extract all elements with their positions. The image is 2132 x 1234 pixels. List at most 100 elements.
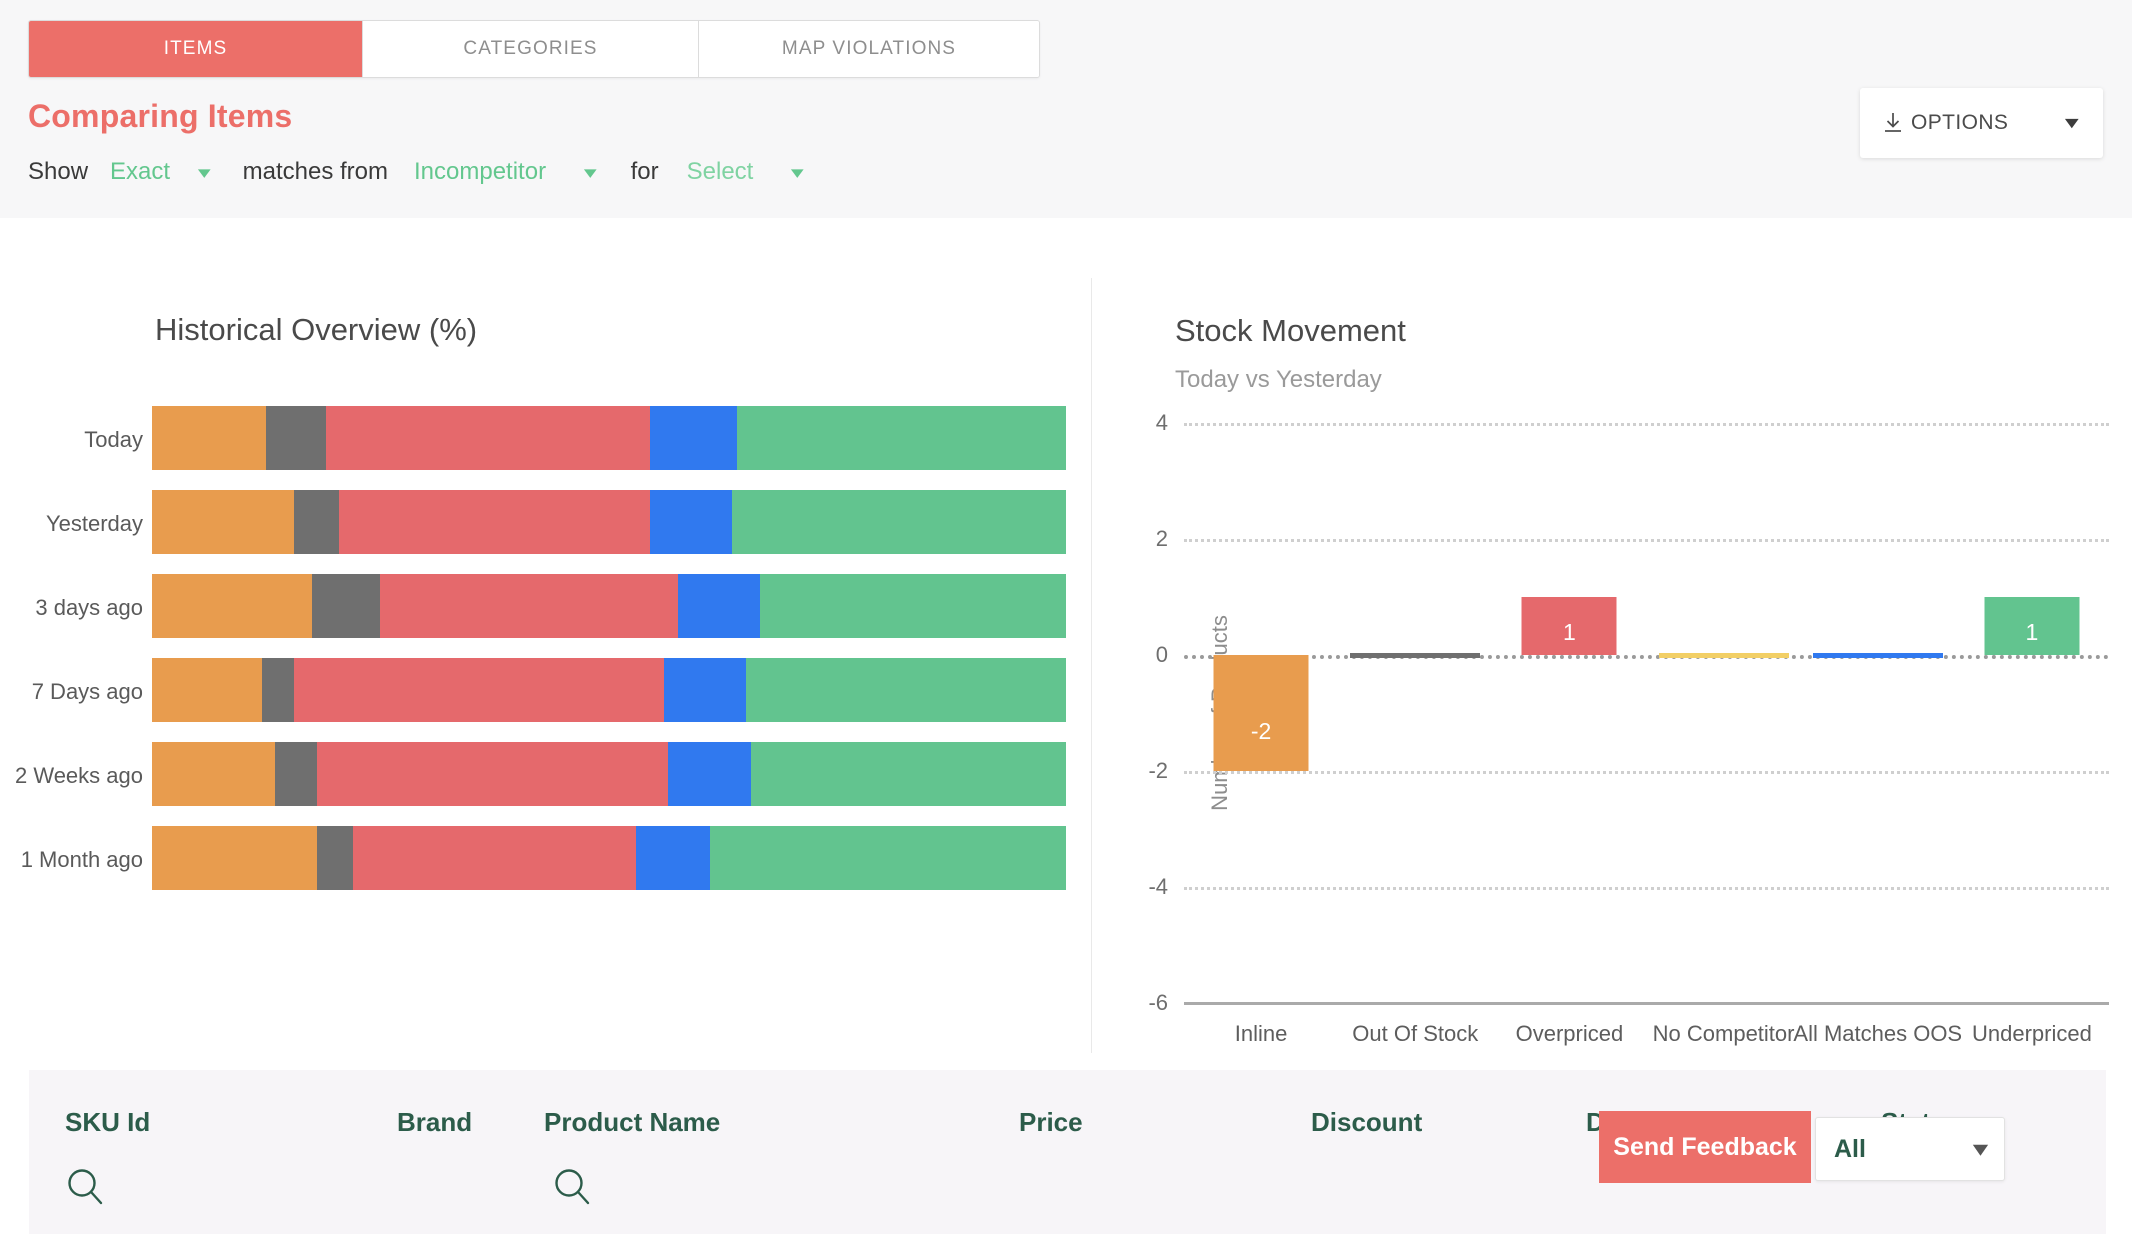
filter-for-label: for — [630, 158, 659, 185]
gridline — [1184, 771, 2109, 774]
bar-segment[interactable] — [668, 742, 751, 806]
stock-movement-x-tick: Underpriced — [1971, 1021, 2092, 1046]
historical-overview-stacked-bar[interactable] — [152, 742, 1066, 806]
match-type-select[interactable]: Exact — [110, 158, 170, 186]
stock-movement-y-tick: 2 — [1155, 526, 1168, 551]
historical-overview-stacked-bar[interactable] — [152, 574, 1066, 638]
filter-show-label: Show — [28, 158, 89, 185]
stock-movement-x-tick: Overpriced — [1515, 1021, 1624, 1046]
app-root: ITEMS CATEGORIES MAP VIOLATIONS Comparin… — [0, 0, 2132, 1234]
stock-movement-bar[interactable]: 1 — [1521, 597, 1617, 655]
stock-movement-x-axis — [1184, 1002, 2109, 1005]
search-icon[interactable] — [552, 1166, 594, 1213]
historical-overview-stacked-bar[interactable] — [152, 406, 1066, 470]
bar-segment[interactable] — [750, 742, 1066, 806]
bar-segment[interactable] — [650, 406, 737, 470]
stock-movement-bar-value: -2 — [1250, 718, 1272, 744]
historical-overview-row: 2 Weeks ago — [0, 734, 1091, 818]
charts-area: Historical Overview (%) Today Yesterday 3 … — [0, 218, 2132, 1205]
stock-movement-bar[interactable]: 1 — [1984, 597, 2080, 655]
bar-segment[interactable] — [266, 406, 326, 470]
download-icon — [1882, 111, 1904, 135]
bar-segment[interactable] — [152, 658, 262, 722]
bar-segment[interactable] — [746, 658, 1066, 722]
tab-bar: ITEMS CATEGORIES MAP VIOLATIONS — [28, 20, 1040, 78]
stock-movement-subtitle: Today vs Yesterday — [1175, 366, 1382, 393]
stock-movement-bar[interactable]: -2 — [1213, 655, 1309, 771]
options-chevron-down-icon[interactable]: ▾ — [2065, 112, 2079, 135]
stock-movement-y-tick: 0 — [1155, 642, 1168, 667]
source-select[interactable]: Incompetitor — [414, 158, 546, 186]
tab-categories[interactable]: CATEGORIES — [363, 21, 699, 77]
historical-overview-row-label: 7 Days ago — [31, 679, 143, 704]
historical-overview-title: Historical Overview (%) — [155, 312, 478, 347]
filter-matches-from-label: matches from — [242, 158, 388, 185]
source-chevron-down-icon[interactable]: ▾ — [584, 164, 597, 181]
table-column-header[interactable]: Brand — [397, 1107, 472, 1138]
historical-overview-row-label: 2 Weeks ago — [14, 763, 143, 788]
stock-movement-y-tick: -6 — [1148, 990, 1168, 1015]
stock-movement-bar[interactable] — [1350, 653, 1481, 658]
selection-select[interactable]: Select — [687, 158, 754, 186]
bar-segment[interactable] — [709, 826, 1066, 890]
bar-segment[interactable] — [339, 490, 651, 554]
status-filter-select[interactable]: All ▾ — [1815, 1117, 2005, 1181]
page-title: Comparing Items — [28, 98, 293, 134]
stock-movement-plot: Number of Products 420-2-4-6-2InlineOut … — [1148, 410, 2109, 1046]
match-type-chevron-down-icon[interactable]: ▾ — [198, 164, 211, 181]
bar-segment[interactable] — [261, 658, 294, 722]
status-filter-chevron-down-icon[interactable]: ▾ — [1973, 1136, 1988, 1162]
bar-segment[interactable] — [663, 658, 747, 722]
table-column-header[interactable]: Product Name — [544, 1107, 720, 1138]
bar-segment[interactable] — [650, 490, 733, 554]
search-icon[interactable] — [65, 1166, 107, 1213]
bar-segment[interactable] — [152, 826, 317, 890]
bar-segment[interactable] — [380, 574, 678, 638]
bar-segment[interactable] — [152, 742, 276, 806]
stock-movement-bar-value: 1 — [1563, 619, 1576, 645]
stock-movement-zero-line — [1184, 655, 2109, 659]
historical-overview-stacked-bar[interactable] — [152, 826, 1066, 890]
stock-movement-y-tick: -4 — [1148, 874, 1168, 899]
historical-overview-row-label: Yesterday — [45, 511, 143, 536]
bar-segment[interactable] — [152, 406, 267, 470]
stock-movement-chart: Stock Movement Today vs Yesterday Number… — [1091, 218, 2132, 1068]
options-label: OPTIONS — [1911, 111, 2009, 134]
bar-segment[interactable] — [316, 742, 669, 806]
bar-segment[interactable] — [152, 490, 294, 554]
stock-movement-x-tick: Out Of Stock — [1352, 1021, 1479, 1046]
bar-segment[interactable] — [636, 826, 710, 890]
bar-segment[interactable] — [316, 826, 354, 890]
send-feedback-button[interactable]: Send Feedback — [1599, 1111, 1811, 1183]
stock-movement-y-tick: 4 — [1155, 410, 1168, 435]
bar-segment[interactable] — [152, 574, 312, 638]
tab-map-violations[interactable]: MAP VIOLATIONS — [699, 21, 1039, 77]
bar-segment[interactable] — [353, 826, 637, 890]
historical-overview-row: 1 Month ago — [0, 818, 1091, 902]
table-column-header[interactable]: Price — [1019, 1107, 1083, 1138]
bar-segment[interactable] — [293, 658, 664, 722]
stock-movement-x-tick: All Matches OOS — [1793, 1021, 1963, 1046]
stock-movement-x-tick: Inline — [1234, 1021, 1288, 1046]
bar-segment[interactable] — [677, 574, 760, 638]
options-button[interactable]: OPTIONS ▾ — [1860, 88, 2103, 158]
historical-overview-stacked-bar[interactable] — [152, 490, 1066, 554]
stock-movement-bar[interactable] — [1658, 653, 1789, 658]
historical-overview-chart: Historical Overview (%) Today Yesterday 3 … — [0, 218, 1091, 1205]
historical-overview-stacked-bar[interactable] — [152, 658, 1066, 722]
bar-segment[interactable] — [293, 490, 340, 554]
bar-segment[interactable] — [732, 490, 1066, 554]
bar-segment[interactable] — [311, 574, 381, 638]
historical-overview-row-label: Today — [84, 427, 143, 452]
status-filter-value: All — [1834, 1134, 1866, 1163]
selection-chevron-down-icon[interactable]: ▾ — [791, 164, 804, 181]
page-header: ITEMS CATEGORIES MAP VIOLATIONS Comparin… — [0, 0, 2132, 218]
table-column-header[interactable]: SKU Id — [65, 1107, 150, 1138]
bar-segment[interactable] — [325, 406, 651, 470]
bar-segment[interactable] — [275, 742, 317, 806]
tab-items[interactable]: ITEMS — [29, 21, 363, 77]
bar-segment[interactable] — [759, 574, 1066, 638]
table-column-header[interactable]: Discount — [1311, 1107, 1422, 1138]
bar-segment[interactable] — [736, 406, 1066, 470]
stock-movement-bar[interactable] — [1812, 653, 1943, 658]
